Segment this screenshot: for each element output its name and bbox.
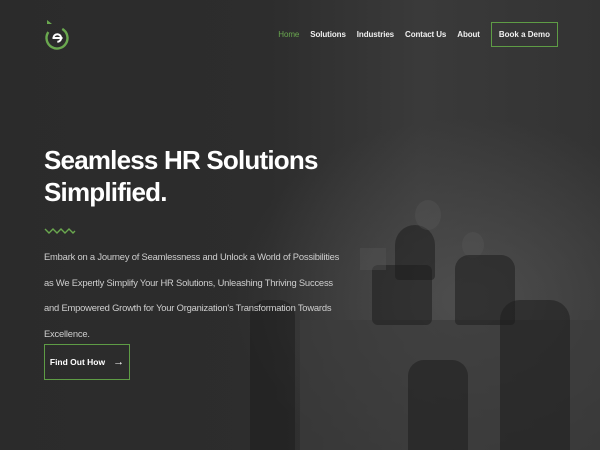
hero-description: Embark on a Journey of Seamlessness and … xyxy=(44,251,340,339)
book-demo-button[interactable]: Book a Demo xyxy=(490,22,558,47)
arrow-right-icon: → xyxy=(113,355,125,368)
nav-home[interactable]: Home xyxy=(278,30,299,39)
hero-title-line1: Seamless HR Solutions xyxy=(44,145,318,175)
site-header: Home Solutions Industries Contact Us Abo… xyxy=(0,0,600,70)
nav-about[interactable]: About xyxy=(457,30,480,39)
nav-industries[interactable]: Industries xyxy=(357,30,394,39)
find-out-how-label: Find Out How xyxy=(49,357,106,367)
find-out-how-button[interactable]: Find Out How → xyxy=(44,344,130,380)
main-nav: Home Solutions Industries Contact Us Abo… xyxy=(278,22,558,47)
nav-solutions[interactable]: Solutions xyxy=(310,30,346,39)
e-logo-icon[interactable] xyxy=(44,18,70,52)
hero-title: Seamless HR Solutions Simplified. xyxy=(44,144,344,208)
nav-contact-us[interactable]: Contact Us xyxy=(405,30,446,39)
hero-title-line2: Simplified. xyxy=(44,177,167,207)
zigzag-divider-icon xyxy=(44,228,76,234)
